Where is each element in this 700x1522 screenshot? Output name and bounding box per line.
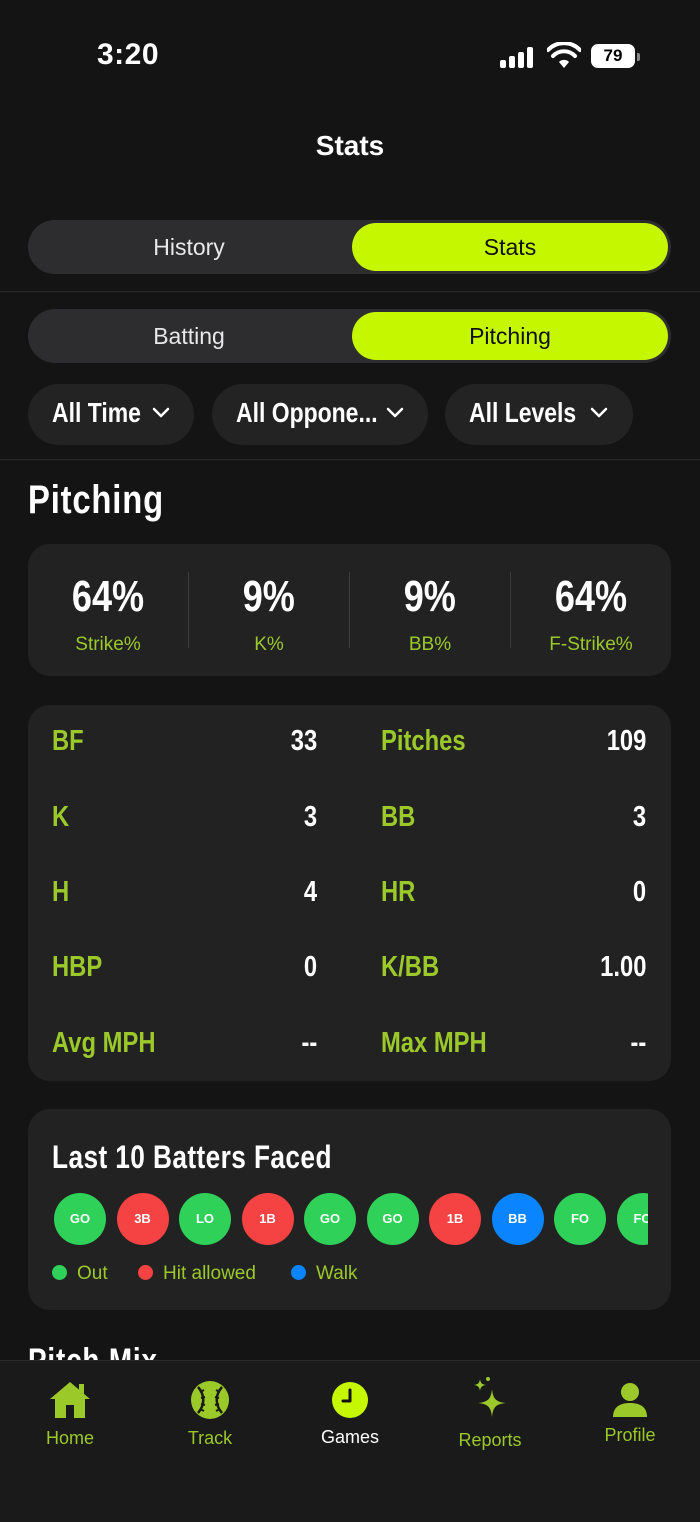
stat-value: 3 <box>303 801 317 833</box>
batter-result-chip[interactable]: 1B <box>241 1193 294 1245</box>
battery-icon: 79 <box>591 44 640 68</box>
section-title: Pitching <box>28 478 164 522</box>
summary-bb-pct: 9% BB% <box>350 544 510 676</box>
status-time: 3:20 <box>97 38 160 71</box>
summary-value: 9% <box>242 572 296 621</box>
legend-dot <box>138 1265 153 1280</box>
tab-games[interactable]: Games <box>280 1361 420 1461</box>
chevron-down-icon <box>386 407 404 418</box>
batter-result-chip[interactable]: FO <box>554 1193 606 1245</box>
stat-value: 33 <box>290 725 317 757</box>
batter-result-chip[interactable]: FO <box>616 1193 648 1245</box>
batter-result-chip[interactable]: 3B <box>116 1193 169 1245</box>
summary-card: 64% Strike% 9% K% 9% BB% 64% F-Strike% <box>28 544 671 676</box>
tab-label: Track <box>187 1428 233 1448</box>
legend-out: Out <box>52 1263 108 1287</box>
filter-opponent-label: All Oppone... <box>236 397 378 428</box>
legend-dot <box>291 1265 306 1280</box>
tab-home[interactable]: Home <box>0 1361 140 1461</box>
person-icon <box>613 1383 647 1417</box>
stat-value: 4 <box>303 876 317 908</box>
batter-result-chip[interactable]: 1B <box>429 1193 481 1245</box>
divider <box>0 291 700 292</box>
summary-value: 64% <box>71 572 145 621</box>
batter-result-chip[interactable]: GO <box>366 1193 419 1245</box>
tab-track[interactable]: Track <box>140 1361 280 1461</box>
stat-label: Pitches <box>381 725 466 757</box>
summary-k-pct: 9% K% <box>189 544 349 676</box>
summary-label: K% <box>254 634 284 655</box>
battery-level: 79 <box>603 46 623 65</box>
summary-value: 9% <box>403 572 457 621</box>
status-bar: 3:20 79 <box>0 0 700 110</box>
stat-label: HBP <box>52 951 103 983</box>
filter-level[interactable]: All Levels <box>445 384 633 445</box>
stat-value: 0 <box>632 876 646 908</box>
summary-label: Strike% <box>75 634 141 655</box>
baseball-icon <box>191 1381 229 1419</box>
stat-label: HR <box>381 876 416 908</box>
cellular-signal-icon <box>500 46 536 68</box>
clock-icon <box>332 1382 368 1418</box>
stat-label: BB <box>381 801 416 833</box>
tab-stats[interactable]: Stats <box>352 223 668 271</box>
summary-f-strike-pct: 64% F-Strike% <box>511 544 671 676</box>
mode-segmented-control: Batting Pitching <box>28 309 671 363</box>
tab-label: Reports <box>458 1430 522 1450</box>
batter-result-chip[interactable]: LO <box>179 1193 231 1245</box>
batter-result-chip[interactable]: GO <box>304 1193 356 1245</box>
legend-label: Out <box>77 1263 108 1284</box>
tab-pitching[interactable]: Pitching <box>352 312 668 360</box>
tab-label: Games <box>320 1427 380 1447</box>
legend-hit: Hit allowed <box>138 1263 256 1287</box>
main-segmented-control: History Stats <box>28 220 671 274</box>
summary-strike-pct: 64% Strike% <box>28 544 188 676</box>
tab-profile[interactable]: Profile <box>560 1361 700 1461</box>
stat-value: 0 <box>303 951 317 983</box>
stat-label: H <box>52 876 70 908</box>
legend-walk: Walk <box>291 1263 358 1287</box>
tab-reports[interactable]: Reports <box>420 1361 560 1461</box>
divider <box>0 459 700 460</box>
stat-value: 1.00 <box>599 951 646 983</box>
stat-value: 3 <box>632 801 646 833</box>
summary-label: F-Strike% <box>549 634 633 655</box>
stats-grid-card: BF 33 Pitches 109 K 3 BB 3 H 4 HR 0 HBP … <box>28 705 671 1081</box>
stat-value: -- <box>301 1027 317 1059</box>
tab-batting[interactable]: Batting <box>31 312 347 360</box>
page-title: Stats <box>315 130 385 161</box>
last-batters-card: Last 10 Batters Faced GO 3B LO 1B GO GO … <box>28 1109 671 1310</box>
batter-results-row: GO 3B LO 1B GO GO 1B BB FO FO <box>54 1193 648 1245</box>
legend-dot <box>52 1265 67 1280</box>
batter-result-chip[interactable]: GO <box>54 1193 106 1245</box>
filter-level-label: All Levels <box>469 397 577 428</box>
tab-label: Home <box>45 1428 94 1448</box>
filter-time-label: All Time <box>52 397 141 428</box>
stat-label: Max MPH <box>381 1027 487 1059</box>
stat-label: K/BB <box>381 951 440 983</box>
chevron-down-icon <box>590 407 608 418</box>
filter-time[interactable]: All Time <box>28 384 194 445</box>
summary-label: BB% <box>408 634 452 655</box>
sparkles-icon <box>474 1377 506 1417</box>
filter-opponent[interactable]: All Oppone... <box>212 384 428 445</box>
bottom-tab-bar: Home Track Games Reports Profile <box>0 1360 700 1522</box>
stat-value: 109 <box>606 725 646 757</box>
legend-label: Walk <box>316 1263 358 1284</box>
batter-result-chip[interactable]: BB <box>491 1193 544 1245</box>
stat-label: K <box>52 801 70 833</box>
stat-value: -- <box>630 1027 646 1059</box>
stat-label: BF <box>52 725 84 757</box>
home-icon <box>50 1382 90 1418</box>
wifi-icon <box>547 42 581 68</box>
stat-label: Avg MPH <box>52 1027 156 1059</box>
tab-label: Profile <box>604 1425 656 1445</box>
summary-value: 64% <box>554 572 628 621</box>
chevron-down-icon <box>152 407 170 418</box>
legend-label: Hit allowed <box>163 1263 256 1284</box>
last-batters-title: Last 10 Batters Faced <box>52 1139 332 1175</box>
tab-history[interactable]: History <box>31 223 347 271</box>
